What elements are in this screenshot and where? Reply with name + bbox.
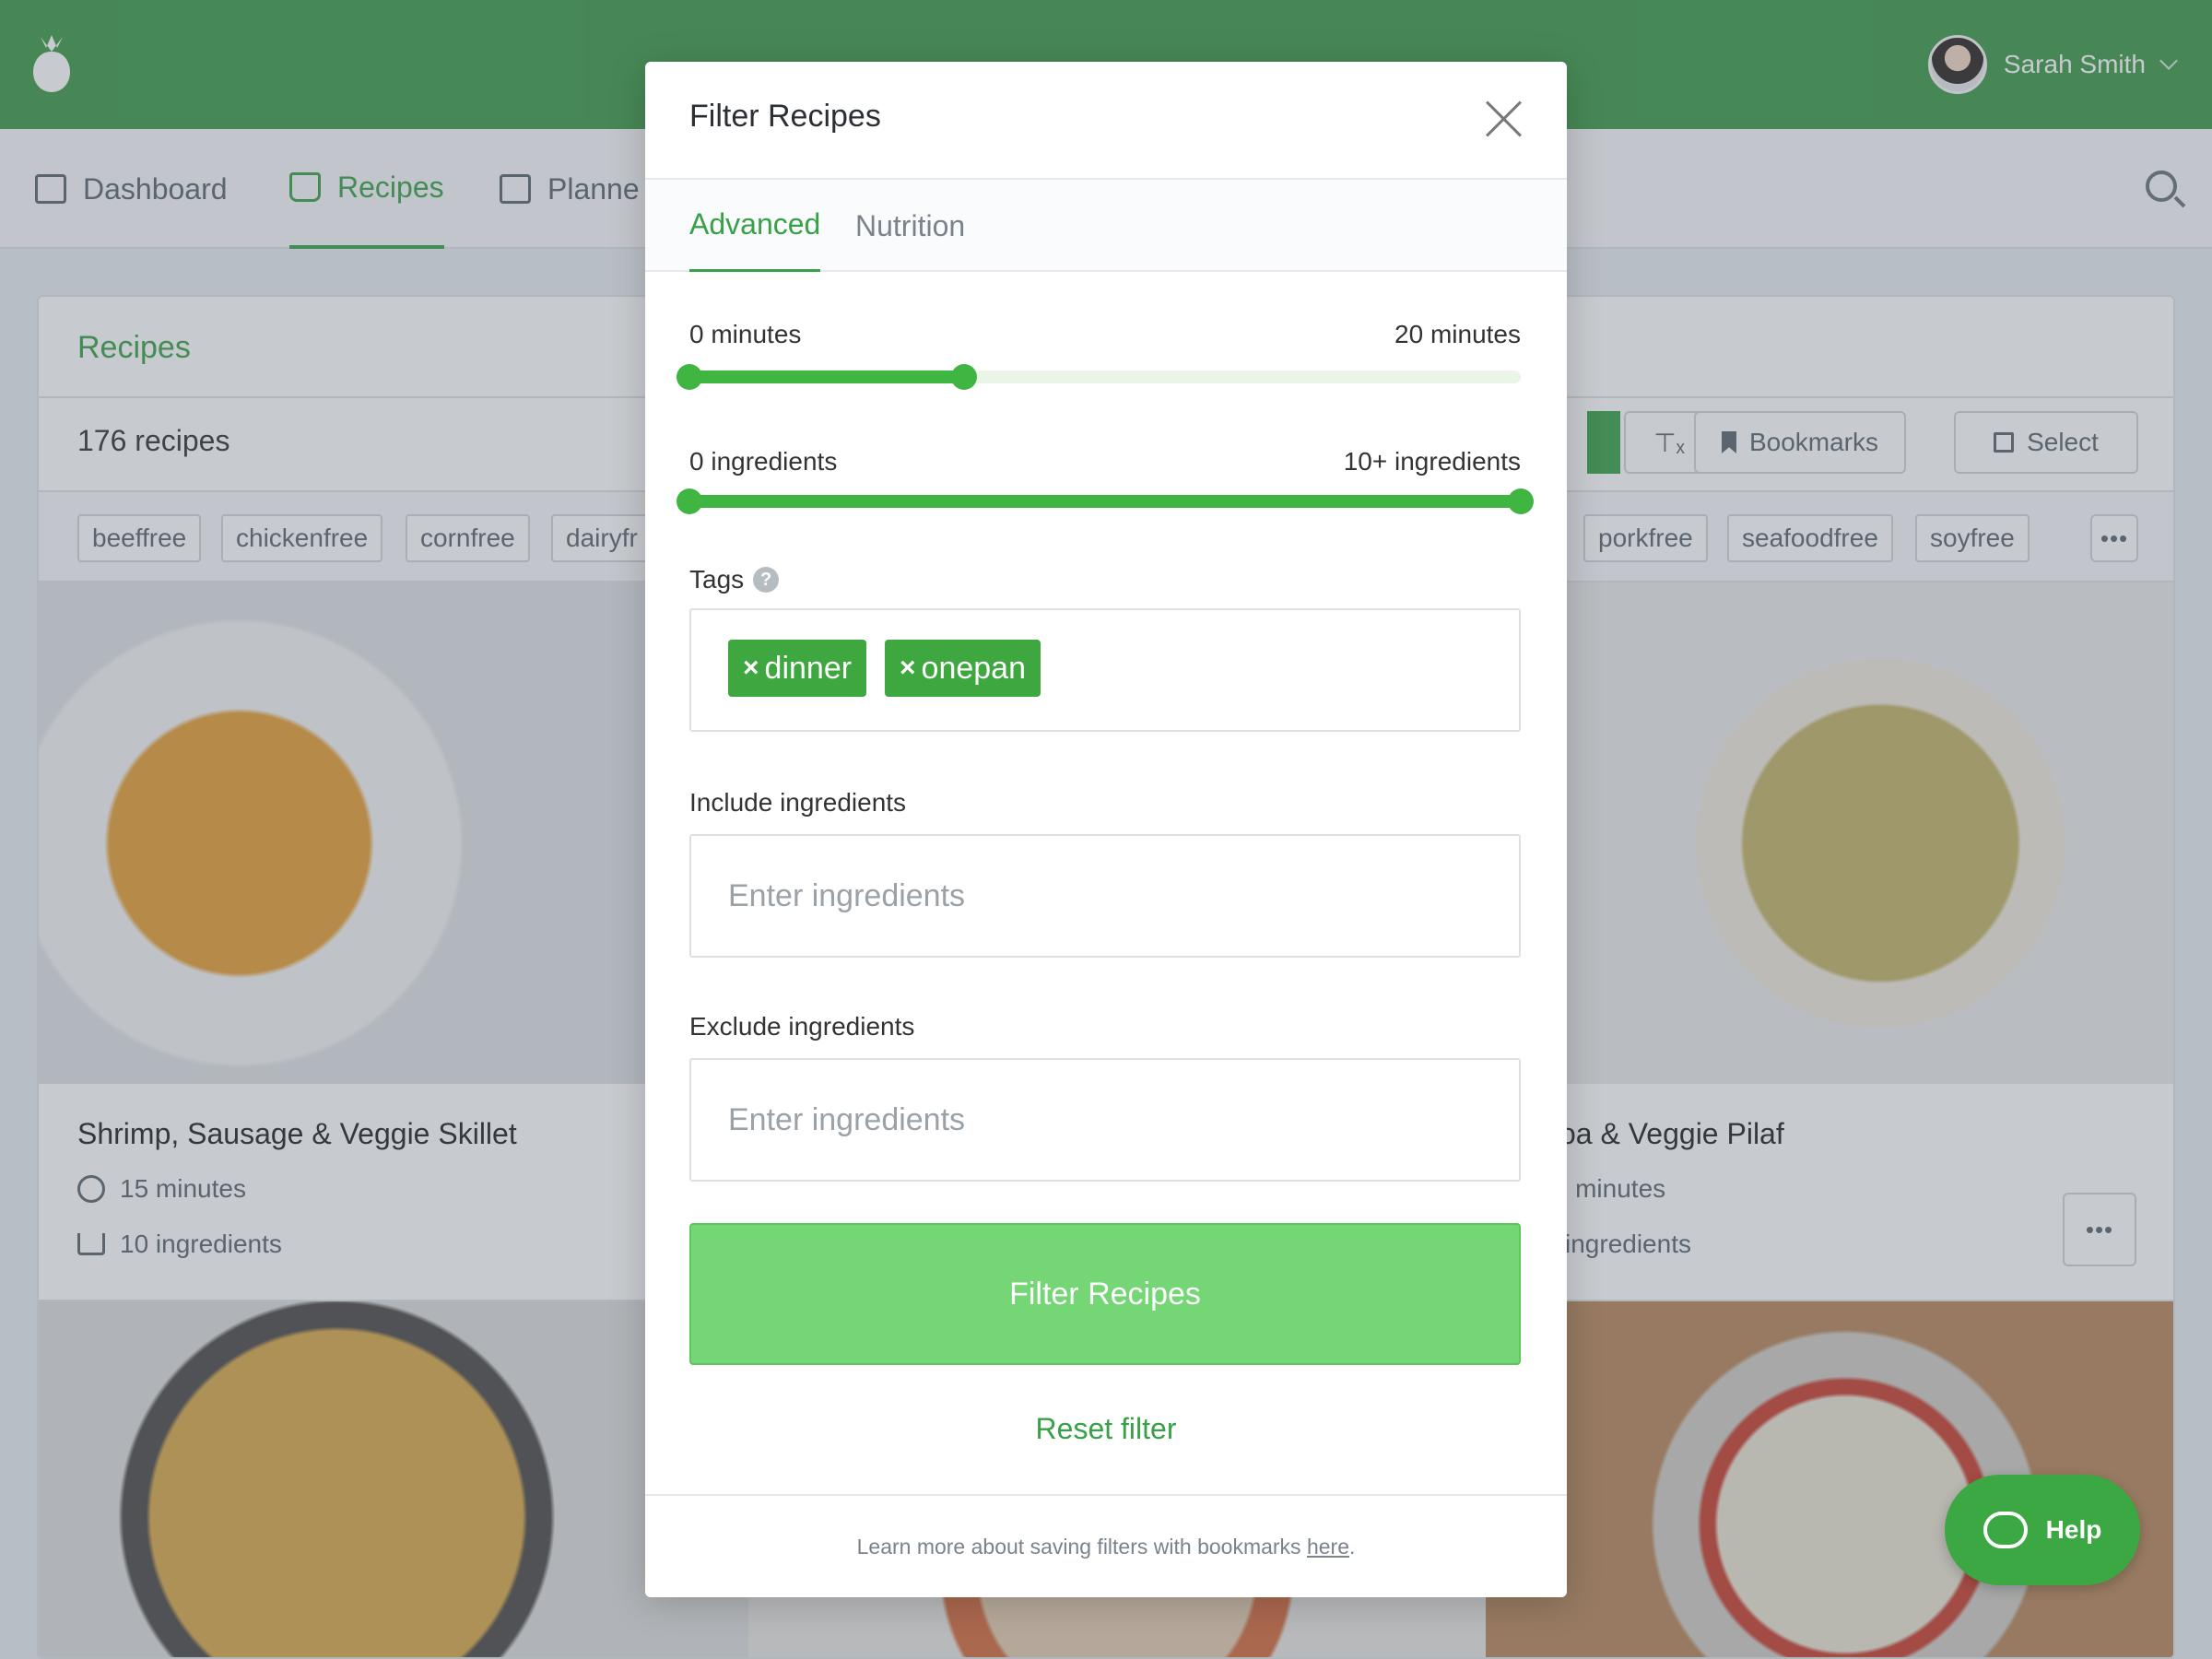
time-max-handle[interactable] xyxy=(950,364,977,390)
ingredient-min-handle[interactable] xyxy=(677,488,702,514)
tag-chip-onepan: × onepan xyxy=(885,640,1041,697)
help-icon[interactable]: ? xyxy=(753,567,780,593)
close-icon[interactable] xyxy=(1486,100,1523,137)
tags-label-text: Tags xyxy=(689,565,745,594)
tag-chip-label: dinner xyxy=(764,650,853,686)
time-range-slider[interactable] xyxy=(677,364,1521,390)
modal-footer: Learn more about saving filters with boo… xyxy=(645,1494,1567,1597)
exclude-ingredients-label: Exclude ingredients xyxy=(689,1012,915,1041)
modal-tabs: Advanced Nutrition xyxy=(645,178,1567,272)
include-ingredients-input[interactable] xyxy=(689,834,1521,958)
remove-tag-icon[interactable]: × xyxy=(743,653,759,684)
tags-label: Tags ? xyxy=(689,565,780,594)
tag-chip-label: onepan xyxy=(921,650,1026,686)
footer-help-link[interactable]: here xyxy=(1307,1535,1349,1559)
include-ingredients-label: Include ingredients xyxy=(689,788,907,817)
ingredient-range-labels: 0 ingredients 10+ ingredients xyxy=(689,447,1521,477)
help-label: Help xyxy=(2045,1515,2102,1544)
help-widget-button[interactable]: Help xyxy=(1945,1475,2140,1585)
tab-nutrition[interactable]: Nutrition xyxy=(855,180,965,272)
filter-modal: Filter Recipes Advanced Nutrition 0 minu… xyxy=(645,62,1567,1597)
remove-tag-icon[interactable]: × xyxy=(900,653,916,684)
time-min-handle[interactable] xyxy=(677,364,702,390)
time-min-label: 0 minutes xyxy=(689,320,802,348)
modal-title: Filter Recipes xyxy=(689,99,881,134)
chat-bubble-icon xyxy=(1983,1512,2028,1548)
ingredient-range-slider[interactable] xyxy=(677,488,1534,514)
time-range-fill xyxy=(689,371,964,383)
tags-input[interactable]: × dinner × onepan xyxy=(689,608,1521,732)
time-range-labels: 0 minutes 20 minutes xyxy=(689,320,1521,349)
exclude-ingredients-input[interactable] xyxy=(689,1058,1521,1182)
time-max-label: 20 minutes xyxy=(1394,320,1521,348)
ingredient-min-label: 0 ingredients xyxy=(689,447,838,476)
filter-recipes-button[interactable]: Filter Recipes xyxy=(689,1223,1521,1365)
footer-period: . xyxy=(1349,1534,1356,1559)
footer-text: Learn more about saving filters with boo… xyxy=(856,1534,1307,1559)
tag-chip-dinner: × dinner xyxy=(728,640,867,697)
ingredient-max-label: 10+ ingredients xyxy=(1343,447,1521,476)
ingredient-range-fill xyxy=(689,495,1521,508)
tab-advanced[interactable]: Advanced xyxy=(689,180,821,272)
ingredient-max-handle[interactable] xyxy=(1508,488,1534,514)
reset-filter-link[interactable]: Reset filter xyxy=(645,1412,1567,1446)
